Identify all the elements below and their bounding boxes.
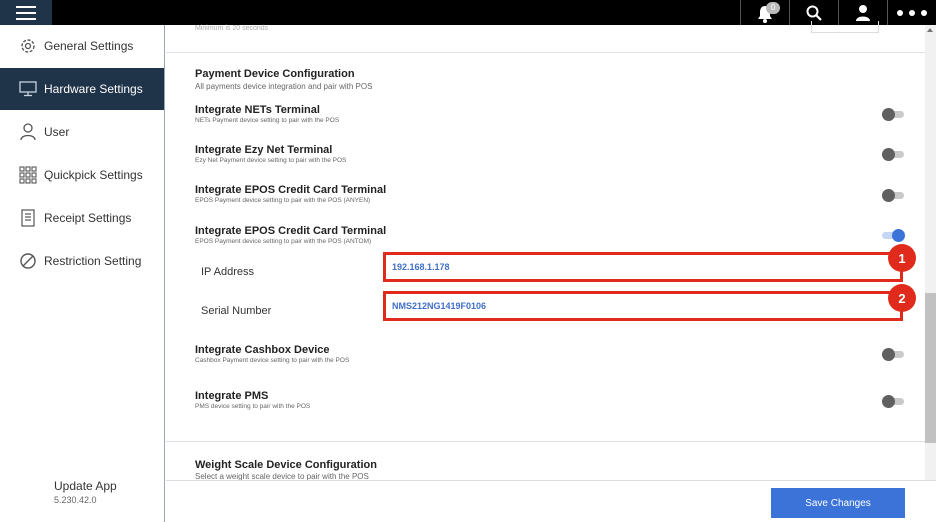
epos-anyen-terminal-subtitle: EPOS Payment device setting to pair with…: [195, 197, 371, 204]
payment-section-subtitle: All payments device integration and pair…: [195, 82, 373, 91]
pms-toggle[interactable]: [882, 395, 904, 408]
gear-icon: [18, 36, 38, 56]
weight-section-title: Weight Scale Device Configuration: [195, 459, 377, 471]
bell-icon: 0: [755, 1, 780, 23]
payment-section-title: Payment Device Configuration: [195, 68, 355, 80]
user-icon: [856, 4, 870, 21]
grid-icon: [18, 165, 38, 185]
cashbox-device-toggle[interactable]: [882, 348, 904, 361]
receipt-icon: [18, 208, 38, 228]
sidebar-item-general-settings[interactable]: General Settings: [0, 25, 164, 67]
serial-number-input[interactable]: NMS212NG1419F0106: [383, 291, 903, 321]
previous-setting-input[interactable]: [811, 21, 879, 33]
sidebar-item-user[interactable]: User: [0, 111, 164, 153]
cashbox-device-title: Integrate Cashbox Device: [195, 344, 330, 356]
nets-terminal-title: Integrate NETs Terminal: [195, 104, 320, 116]
sidebar-item-label: User: [44, 125, 70, 139]
search-icon: [806, 5, 822, 21]
sidebar-item-label: Quickpick Settings: [44, 168, 143, 182]
scrollbar-thumb[interactable]: [925, 293, 936, 443]
update-app-title: Update App: [54, 479, 117, 493]
ezy-net-terminal-title: Integrate Ezy Net Terminal: [195, 144, 333, 156]
restriction-icon: [18, 251, 38, 271]
callout-badge-2: 2: [888, 284, 916, 312]
sidebar-item-label: Hardware Settings: [44, 82, 143, 96]
more-icon: [897, 9, 927, 16]
notification-button[interactable]: 0: [741, 0, 789, 25]
menu-icon[interactable]: [0, 0, 52, 25]
update-app-link[interactable]: Update App 5.230.42.0: [54, 479, 117, 505]
ezy-net-terminal-subtitle: Ezy Net Payment device setting to pair w…: [195, 157, 347, 164]
nets-terminal-subtitle: NETs Payment device setting to pair with…: [195, 117, 340, 124]
user-icon: [18, 122, 38, 142]
pms-title: Integrate PMS: [195, 390, 269, 402]
cashbox-device-subtitle: Cashbox Payment device setting to pair w…: [195, 357, 350, 364]
ip-address-input[interactable]: 192.168.1.178: [383, 252, 903, 282]
serial-number-label: Serial Number: [201, 305, 272, 317]
nets-terminal-toggle[interactable]: [882, 108, 904, 121]
sidebar-item-label: General Settings: [44, 39, 134, 53]
ip-address-label: IP Address: [201, 266, 254, 278]
divider: [166, 441, 925, 442]
sidebar-item-quickpick-settings[interactable]: Quickpick Settings: [0, 154, 164, 196]
sidebar-item-restriction-setting[interactable]: Restriction Setting: [0, 240, 164, 282]
sidebar-item-hardware-settings[interactable]: Hardware Settings: [0, 68, 164, 110]
ezy-net-terminal-toggle[interactable]: [882, 148, 904, 161]
sidebar-item-label: Restriction Setting: [44, 254, 142, 268]
epos-antom-terminal-subtitle: EPOS Payment device setting to pair with…: [195, 238, 372, 245]
epos-antom-terminal-toggle[interactable]: [882, 229, 905, 242]
sidebar: General Settings Hardware Settings User …: [0, 25, 165, 522]
notification-badge: 0: [766, 1, 780, 14]
sidebar-item-label: Receipt Settings: [44, 211, 132, 225]
divider: [166, 52, 925, 53]
previous-setting-hint: Minimum is 20 seconds: [195, 25, 269, 32]
scrollbar[interactable]: [925, 25, 936, 480]
epos-anyen-terminal-title: Integrate EPOS Credit Card Terminal: [195, 184, 387, 196]
scroll-up-arrow-icon[interactable]: [927, 28, 933, 32]
epos-anyen-terminal-toggle[interactable]: [882, 189, 904, 202]
top-bar: 0: [0, 0, 936, 25]
sidebar-item-receipt-settings[interactable]: Receipt Settings: [0, 197, 164, 239]
pms-subtitle: PMS device setting to pair with the POS: [195, 403, 311, 410]
epos-antom-terminal-title: Integrate EPOS Credit Card Terminal: [195, 225, 387, 237]
monitor-icon: [18, 79, 38, 99]
callout-badge-1: 1: [888, 244, 916, 272]
save-changes-button[interactable]: Save Changes: [771, 488, 905, 518]
more-button[interactable]: [888, 0, 936, 25]
app-version: 5.230.42.0: [54, 495, 97, 505]
main-content: Minimum is 20 seconds Payment Device Con…: [166, 21, 936, 522]
